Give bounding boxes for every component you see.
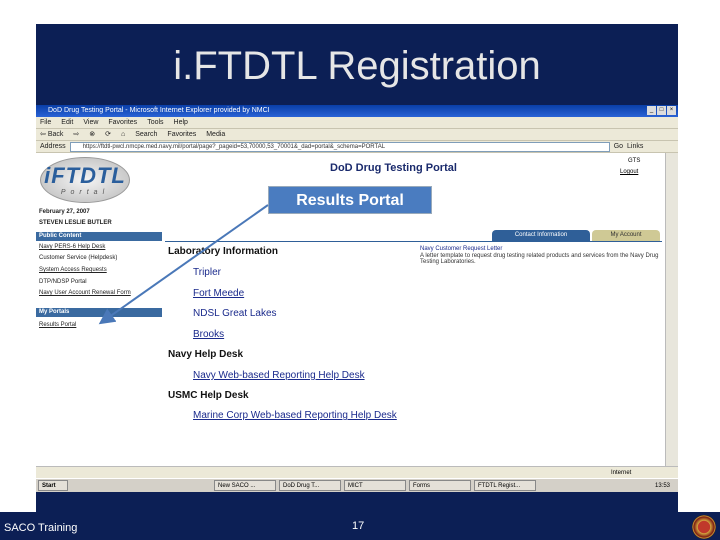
seal-icon <box>692 515 716 539</box>
page-number: 17 <box>352 520 365 532</box>
footer-label: SACO Training <box>4 522 78 534</box>
callout-arrow <box>98 204 269 325</box>
